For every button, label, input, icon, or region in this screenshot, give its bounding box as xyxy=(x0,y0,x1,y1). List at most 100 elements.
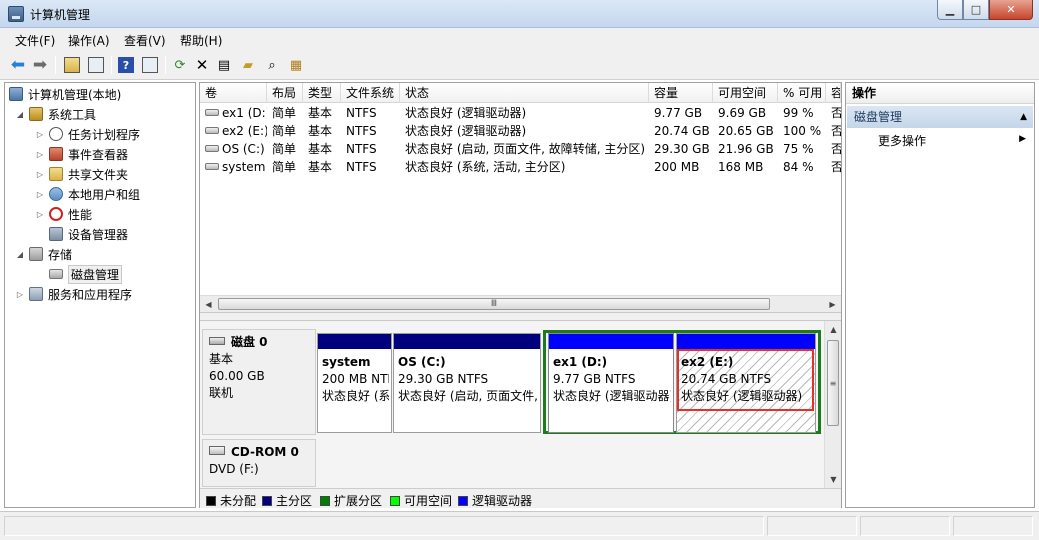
back-arrow-icon[interactable]: ⬅ xyxy=(8,55,28,75)
column-header-type[interactable]: 类型 xyxy=(303,83,341,103)
performance-icon xyxy=(49,207,63,221)
more-actions-link[interactable]: 更多操作 xyxy=(878,132,926,149)
cell-status: 状态良好 (逻辑驱动器) xyxy=(405,106,527,120)
legend-extended: 扩展分区 xyxy=(320,492,382,509)
menu-action[interactable]: 操作(A) xyxy=(68,32,110,49)
expand-arrow-icon[interactable]: ▷ xyxy=(35,150,45,159)
partition-ex1[interactable]: ex1 (D:) 9.77 GB NTFS 状态良好 (逻辑驱动器) xyxy=(548,333,674,433)
scroll-thumb[interactable]: ≡ xyxy=(827,340,839,426)
tree-node-storage[interactable]: ◢ 存储 xyxy=(15,244,72,264)
vertical-scrollbar[interactable]: ▲ ≡ ▼ xyxy=(824,321,841,488)
tree-node-device-manager[interactable]: 设备管理器 xyxy=(49,224,128,244)
partition-system[interactable]: system 200 MB NTFS 状态良好 (系统, 活动, 主分区) xyxy=(317,333,392,433)
clock-icon xyxy=(49,127,63,141)
actions-title: 操作 xyxy=(846,83,1034,104)
cell-status: 状态良好 (启动, 页面文件, 故障转储, 主分区) xyxy=(405,142,646,156)
cell-capacity: 200 MB xyxy=(654,160,700,174)
cell-capacity: 29.30 GB xyxy=(654,142,710,156)
cell-status: 状态良好 (系统, 活动, 主分区) xyxy=(405,160,566,174)
column-header-capacity[interactable]: 容量 xyxy=(649,83,713,103)
disk-name: CD-ROM 0 xyxy=(231,445,299,459)
title-bar[interactable]: 计算机管理 ▁ □ ✕ xyxy=(0,0,1039,28)
tree-node-root[interactable]: 计算机管理(本地) xyxy=(9,84,121,104)
actions-pane: 操作 磁盘管理 ▲ 更多操作 ▶ xyxy=(845,82,1035,508)
device-manager-icon xyxy=(49,227,63,241)
open-folder-icon[interactable]: ▰ xyxy=(238,55,258,75)
cell-percent-free: 75 % xyxy=(783,142,814,156)
cell-volume: ex1 (D:) xyxy=(200,104,267,122)
tree-node-label: 存储 xyxy=(48,247,73,262)
cdrom-label[interactable]: CD-ROM 0 DVD (F:) xyxy=(202,439,316,487)
up-folder-icon[interactable] xyxy=(62,55,82,75)
close-button[interactable]: ✕ xyxy=(989,0,1033,20)
table-row[interactable]: ex1 (D:) 简单 基本 NTFS 状态良好 (逻辑驱动器) 9.77 GB… xyxy=(200,104,841,122)
table-row[interactable]: system 简单 基本 NTFS 状态良好 (系统, 活动, 主分区) 200… xyxy=(200,158,841,176)
column-header-percent-free[interactable]: % 可用 xyxy=(778,83,826,103)
partition-size: 9.77 GB NTFS xyxy=(553,372,636,386)
graphical-disk-view: 磁盘 0 基本 60.00 GB 联机 system 200 MB NTFS 状… xyxy=(200,321,841,488)
help-icon[interactable]: ? xyxy=(116,55,136,75)
collapse-up-icon[interactable]: ▲ xyxy=(1020,106,1027,128)
submenu-arrow-icon[interactable]: ▶ xyxy=(1019,134,1026,144)
tree-node-performance[interactable]: ▷ 性能 xyxy=(35,204,92,224)
horizontal-scrollbar[interactable]: ◀ Ⅲ ▶ xyxy=(200,295,841,312)
scroll-thumb[interactable]: Ⅲ xyxy=(218,298,770,310)
cell-capacity: 20.74 GB xyxy=(654,124,710,138)
expand-arrow-icon[interactable]: ▷ xyxy=(35,170,45,179)
refresh-icon[interactable]: ⟳ xyxy=(170,55,190,75)
menu-view[interactable]: 查看(V) xyxy=(124,32,166,49)
toolbar: ⬅ ➡ ? ⟳ ✕ ▤ ▰ ⌕ ▦ xyxy=(0,50,1039,80)
tree-node-event-viewer[interactable]: ▷ 事件查看器 xyxy=(35,144,128,164)
expand-arrow-icon[interactable]: ▷ xyxy=(35,190,45,199)
actions-group-disk-management[interactable]: 磁盘管理 ▲ xyxy=(847,106,1033,128)
properties-icon[interactable]: ▤ xyxy=(214,55,234,75)
forward-arrow-icon[interactable]: ➡ xyxy=(30,55,50,75)
pane-splitter[interactable] xyxy=(200,312,841,321)
scroll-up-arrow-icon[interactable]: ▲ xyxy=(825,321,842,338)
column-header-fault-tolerance[interactable]: 容 xyxy=(826,83,841,103)
expand-arrow-icon[interactable]: ▷ xyxy=(35,210,45,219)
table-row[interactable]: ex2 (E:) 简单 基本 NTFS 状态良好 (逻辑驱动器) 20.74 G… xyxy=(200,122,841,140)
expand-arrow-icon[interactable]: ▷ xyxy=(15,290,25,299)
menu-file[interactable]: 文件(F) xyxy=(15,32,55,49)
window-controls: ▁ □ ✕ xyxy=(937,0,1033,20)
column-header-status[interactable]: 状态 xyxy=(400,83,649,103)
tree-node-disk-management[interactable]: 磁盘管理 xyxy=(49,264,123,284)
tree-node-local-users[interactable]: ▷ 本地用户和组 xyxy=(35,184,140,204)
maximize-button[interactable]: □ xyxy=(963,0,989,20)
tree-node-system-tools[interactable]: ◢ 系统工具 xyxy=(15,104,96,124)
disk-status: 联机 xyxy=(209,386,234,400)
tree-node-task-scheduler[interactable]: ▷ 任务计划程序 xyxy=(35,124,140,144)
column-header-filesystem[interactable]: 文件系统 xyxy=(341,83,400,103)
volume-icon xyxy=(205,163,219,170)
disk-0-label[interactable]: 磁盘 0 基本 60.00 GB 联机 xyxy=(202,329,316,435)
column-header-free-space[interactable]: 可用空间 xyxy=(713,83,778,103)
collapse-arrow-icon[interactable]: ◢ xyxy=(15,250,25,259)
scroll-left-arrow-icon[interactable]: ◀ xyxy=(200,296,217,313)
scroll-right-arrow-icon[interactable]: ▶ xyxy=(824,296,841,313)
partition-type-bar xyxy=(677,334,815,349)
collapse-arrow-icon[interactable]: ◢ xyxy=(15,110,25,119)
column-header-volume[interactable]: 卷 xyxy=(200,83,267,103)
column-header-layout[interactable]: 布局 xyxy=(267,83,303,103)
expand-arrow-icon[interactable]: ▷ xyxy=(35,130,45,139)
tree-node-services[interactable]: ▷ 服务和应用程序 xyxy=(15,284,132,304)
cell-free-space: 168 MB xyxy=(718,160,764,174)
delete-icon[interactable]: ✕ xyxy=(192,55,212,75)
partition-os[interactable]: OS (C:) 29.30 GB NTFS 状态良好 (启动, 页面文件, 故障… xyxy=(393,333,541,433)
cell-status: 状态良好 (逻辑驱动器) xyxy=(405,124,527,138)
minimize-button[interactable]: ▁ xyxy=(937,0,963,20)
menu-help[interactable]: 帮助(H) xyxy=(180,32,222,49)
properties-view-icon[interactable] xyxy=(140,55,160,75)
legend-swatch xyxy=(320,495,330,506)
show-hide-tree-icon[interactable] xyxy=(86,55,106,75)
tree-node-shared-folders[interactable]: ▷ 共享文件夹 xyxy=(35,164,128,184)
find-icon[interactable]: ⌕ xyxy=(262,55,282,75)
window-title: 计算机管理 xyxy=(30,8,91,22)
table-row[interactable]: OS (C:) 简单 基本 NTFS 状态良好 (启动, 页面文件, 故障转储,… xyxy=(200,140,841,158)
disk-management-pane: 卷 布局 类型 文件系统 状态 容量 可用空间 % 可用 容 ex1 (D:) … xyxy=(199,82,842,508)
scroll-down-arrow-icon[interactable]: ▼ xyxy=(825,471,842,488)
tools-icon xyxy=(29,107,43,121)
wizard-icon[interactable]: ▦ xyxy=(286,55,306,75)
volume-icon xyxy=(205,127,219,134)
